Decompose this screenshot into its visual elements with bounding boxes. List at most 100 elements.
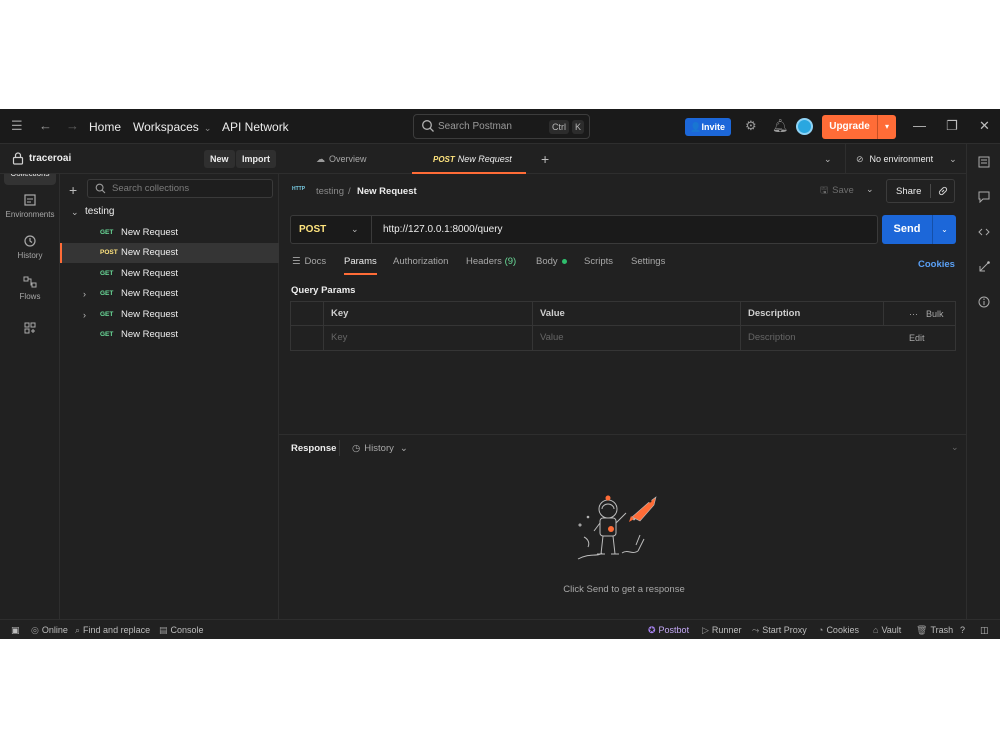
documentation-icon[interactable] — [978, 156, 990, 168]
console-button[interactable]: ▤ Console — [159, 624, 204, 636]
trash-button[interactable]: 🗑︎ Trash — [916, 624, 953, 636]
postbot-button[interactable]: ✪ Postbot — [648, 624, 689, 636]
new-button[interactable]: New — [204, 150, 235, 168]
invite-button[interactable]: 👤 Invite — [685, 118, 731, 136]
restore-icon[interactable]: ❐ — [946, 117, 958, 135]
upgrade-dropdown[interactable]: ▾ — [877, 115, 896, 139]
import-button[interactable]: Import — [236, 150, 276, 168]
save-dropdown-icon[interactable]: ⌄ — [866, 184, 874, 195]
history-dropdown[interactable]: ◷ History ⌄ — [352, 443, 408, 454]
avatar[interactable] — [796, 118, 813, 135]
request-item[interactable]: GET New Request — [60, 264, 279, 284]
collection-folder-testing[interactable]: ⌄ testing — [60, 202, 279, 222]
vault-button[interactable]: ⌂ Vault — [873, 624, 901, 636]
link-icon[interactable] — [937, 185, 949, 197]
layout-toggle-icon[interactable]: ◫ — [980, 624, 989, 636]
global-search[interactable]: Search Postman Ctrl K — [413, 114, 590, 139]
collections-search-placeholder: Search collections — [112, 183, 190, 194]
tab-settings[interactable]: Settings — [631, 255, 665, 275]
status-dot — [561, 258, 567, 264]
tab-new-request[interactable]: POST New Request — [412, 144, 526, 174]
start-proxy-button[interactable]: ⤳ Start Proxy — [752, 624, 807, 636]
breadcrumb-separator: / — [348, 186, 351, 197]
tab-params[interactable]: Params — [344, 255, 377, 275]
left-rail: Collections Environments History Flows — [0, 144, 60, 619]
rail-item-add-tools[interactable] — [4, 316, 56, 340]
share-button[interactable]: Share — [886, 179, 955, 203]
divider — [845, 144, 846, 174]
tabs-overflow-icon[interactable]: ⌄ — [824, 144, 832, 174]
gear-icon[interactable]: ⚙ — [745, 118, 757, 134]
more-icon: ··· — [909, 309, 918, 319]
request-item-expandable[interactable]: › GET New Request — [60, 284, 279, 304]
code-icon[interactable] — [978, 226, 990, 238]
runner-button[interactable]: ▷ Runner — [702, 624, 741, 636]
bulk-edit-button[interactable]: ··· Bulk Edit — [909, 302, 955, 343]
request-item-expandable[interactable]: › GET New Request — [60, 305, 279, 325]
collapse-response-icon[interactable]: ⌄ — [951, 442, 959, 453]
nav-home[interactable]: Home — [89, 119, 121, 135]
comments-icon[interactable] — [978, 191, 990, 203]
column-header-label: Description — [748, 308, 801, 319]
url-input[interactable]: http://127.0.0.1:8000/query — [383, 224, 503, 235]
minimize-icon[interactable]: — — [913, 117, 926, 135]
new-tab-icon[interactable]: + — [541, 144, 549, 174]
request-name: New Request — [121, 268, 179, 279]
back-arrow-icon[interactable]: ← — [39, 118, 52, 134]
method-badge: POST — [100, 249, 118, 256]
online-status[interactable]: ◎ Online — [31, 624, 68, 636]
runner-label: Runner — [711, 625, 742, 635]
send-dropdown[interactable]: ⌄ — [932, 215, 956, 244]
hamburger-menu-icon[interactable]: ☰ — [11, 118, 23, 134]
tab-overview-label: Overview — [329, 154, 367, 164]
nav-api-network[interactable]: API Network — [222, 119, 289, 135]
description-input[interactable]: Description — [740, 326, 955, 350]
chevron-down-icon: ⌄ — [71, 207, 79, 217]
save-button[interactable]: 🖫 Save — [820, 184, 854, 198]
chevron-right-icon[interactable]: › — [83, 284, 86, 304]
title-bar: ☰ ← → Home Workspaces ⌄ API Network Searc… — [0, 109, 1000, 144]
chevron-down-icon[interactable]: ⌄ — [351, 224, 359, 235]
rail-item-flows[interactable]: Flows — [4, 270, 56, 308]
rail-item-environments[interactable]: Environments — [4, 188, 56, 226]
upgrade-button[interactable]: Upgrade — [822, 115, 877, 139]
search-icon: ⌕ — [75, 625, 81, 635]
tab-authorization[interactable]: Authorization — [393, 255, 448, 275]
tab-headers[interactable]: Headers (9) — [466, 255, 516, 275]
request-item-selected[interactable]: POST New Request — [60, 243, 279, 263]
info-icon[interactable] — [978, 296, 990, 308]
chevron-right-icon[interactable]: › — [83, 305, 86, 325]
close-icon[interactable]: ✕ — [979, 117, 990, 135]
add-collection-icon[interactable]: + — [69, 182, 77, 198]
tab-body[interactable]: Body — [536, 255, 567, 275]
cookies-link[interactable]: Cookies — [918, 259, 955, 270]
send-button[interactable]: Send — [882, 215, 932, 244]
key-input[interactable]: Key — [323, 326, 532, 350]
rail-item-history[interactable]: History — [4, 229, 56, 267]
value-input[interactable]: Value — [532, 326, 740, 350]
rail-label: History — [17, 251, 43, 260]
column-header-description: Description — [740, 302, 883, 326]
help-icon[interactable]: ? — [960, 624, 965, 636]
breadcrumb-parent[interactable]: testing — [316, 184, 344, 200]
nav-workspaces[interactable]: Workspaces ⌄ — [133, 119, 211, 136]
request-item[interactable]: GET New Request — [60, 223, 279, 243]
request-title[interactable]: New Request — [357, 184, 417, 200]
tab-scripts[interactable]: Scripts — [584, 255, 613, 275]
tab-overview[interactable]: ☁ Overview — [316, 144, 367, 174]
request-item[interactable]: GET New Request — [60, 325, 279, 345]
status-bar: ▣ ◎ Online ⌕ Find and replace ▤ Console ✪ Po… — [0, 619, 1000, 639]
related-collections-icon[interactable] — [978, 261, 990, 273]
toggle-sidebar-icon[interactable]: ▣ — [11, 624, 20, 636]
collections-search-input[interactable]: Search collections — [87, 179, 273, 198]
bell-icon[interactable]: 🔔︎ — [772, 118, 789, 134]
cookies-button[interactable]: ◔ Cookies — [818, 624, 859, 636]
request-name: New Request — [121, 227, 179, 238]
find-replace-button[interactable]: ⌕ Find and replace — [75, 624, 150, 636]
chevron-down-icon: ⌄ — [949, 154, 957, 164]
method-select[interactable]: POST — [299, 224, 326, 235]
table-row: Key Value Description — [291, 326, 955, 350]
environment-selector[interactable]: ⊘ No environment ⌄ — [856, 144, 957, 174]
tab-docs[interactable]: ☰ Docs — [292, 255, 326, 275]
forward-arrow-icon[interactable]: → — [66, 118, 79, 134]
